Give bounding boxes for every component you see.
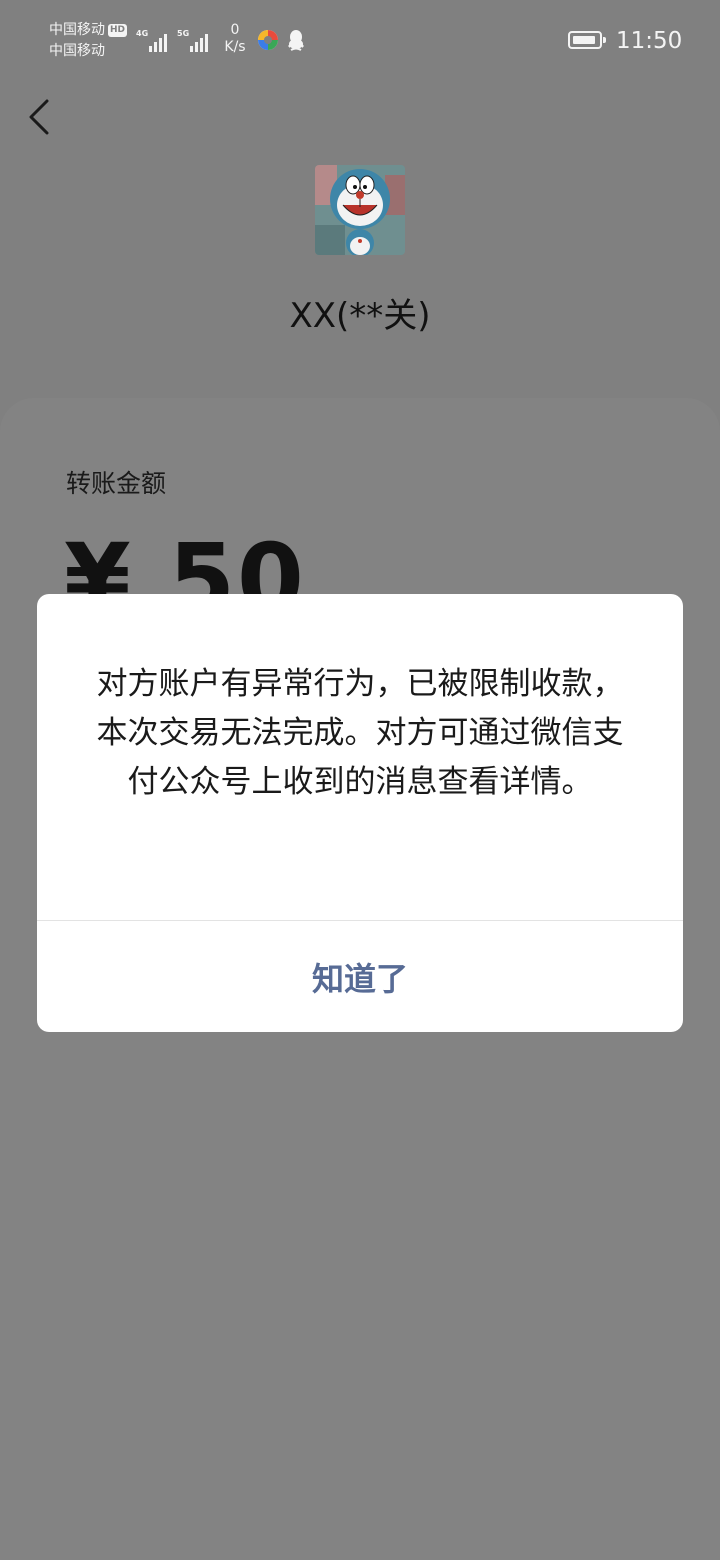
hd-badge: HD: [108, 24, 128, 37]
colorful-app-icon: [258, 30, 278, 50]
carrier-info: 中国移动 HD 中国移动: [49, 20, 128, 62]
confirm-button[interactable]: 知道了: [37, 921, 683, 1032]
battery-icon: [568, 31, 606, 49]
signal-2-network-label: 5G: [177, 29, 190, 38]
network-speed-value: 0: [230, 22, 240, 38]
amount-label: 转账金额: [66, 469, 167, 498]
network-speed: 0 K/s: [222, 22, 248, 56]
status-bar: 中国移动 HD 中国移动 4G 5G 0 K/s 11:50: [0, 0, 720, 84]
carrier-1-label: 中国移动: [49, 22, 105, 38]
qq-icon: [288, 30, 304, 51]
signal-icon: 5G: [177, 26, 209, 52]
dialog-message: 对方账户有异常行为，已被限制收款，本次交易无法完成。对方可通过微信支付公众号上收…: [96, 666, 624, 800]
chevron-left-icon: [29, 99, 49, 135]
status-time: 11:50: [616, 28, 683, 54]
payee-avatar: [315, 165, 405, 255]
payee-name: XX(**关): [289, 296, 431, 336]
signal-1-network-label: 4G: [136, 29, 149, 38]
network-speed-unit: K/s: [224, 39, 246, 55]
alert-dialog: 对方账户有异常行为，已被限制收款，本次交易无法完成。对方可通过微信支付公众号上收…: [37, 594, 683, 1032]
carrier-2-label: 中国移动: [49, 43, 105, 59]
back-button[interactable]: [22, 96, 62, 138]
signal-icon: 4G: [136, 26, 168, 52]
